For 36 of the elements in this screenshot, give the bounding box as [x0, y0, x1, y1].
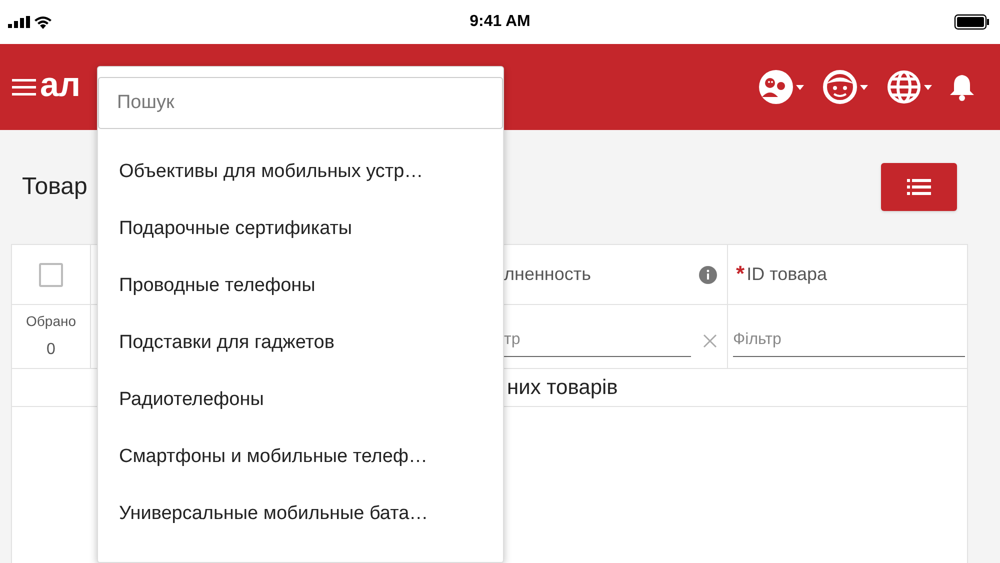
dropdown-item[interactable]: Объективы для мобильных устр…: [98, 158, 503, 215]
dropdown-item[interactable]: Смартфоны и мобильные телеф…: [98, 443, 503, 500]
filter-field[interactable]: Фільтр: [733, 324, 965, 356]
face-icon: [822, 69, 858, 105]
list-view-button[interactable]: [881, 163, 957, 211]
caret-icon: [860, 84, 868, 90]
bell-icon[interactable]: [950, 73, 974, 101]
language-menu-button[interactable]: [886, 69, 932, 105]
info-icon[interactable]: [699, 266, 717, 284]
column-header[interactable]: лненность: [504, 261, 699, 288]
wifi-icon: [34, 16, 52, 28]
search-field[interactable]: Пошук: [98, 77, 503, 129]
page-title: Товар: [22, 172, 88, 202]
empty-message: них товарів: [507, 374, 618, 401]
profile-menu-button[interactable]: [822, 69, 868, 105]
logo[interactable]: ал: [40, 68, 81, 102]
dropdown-item[interactable]: Подарочные сертификаты: [98, 215, 503, 272]
caret-icon: [924, 84, 932, 90]
battery-icon: [954, 14, 990, 30]
signal-icon: [8, 16, 30, 28]
dropdown-item[interactable]: Подставки для гаджетов: [98, 329, 503, 386]
group-menu-button[interactable]: [758, 69, 804, 105]
column-header[interactable]: ID товара: [746, 261, 969, 288]
menu-icon[interactable]: [12, 77, 38, 97]
faces-icon: [758, 69, 794, 105]
globe-icon: [886, 69, 922, 105]
selected-label: Обрано: [26, 312, 76, 331]
selected-count: 0: [46, 340, 56, 360]
caret-icon: [796, 84, 804, 90]
dropdown-item[interactable]: Универсальные мобильные бата…: [98, 500, 503, 557]
status-time: 9:41 AM: [470, 12, 530, 32]
dropdown-item[interactable]: Проводные телефоны: [98, 272, 503, 329]
list-icon: [907, 179, 931, 195]
required-mark: *: [736, 260, 745, 288]
dropdown-item[interactable]: Радиотелефоны: [98, 386, 503, 443]
select-all-checkbox[interactable]: [39, 262, 63, 286]
